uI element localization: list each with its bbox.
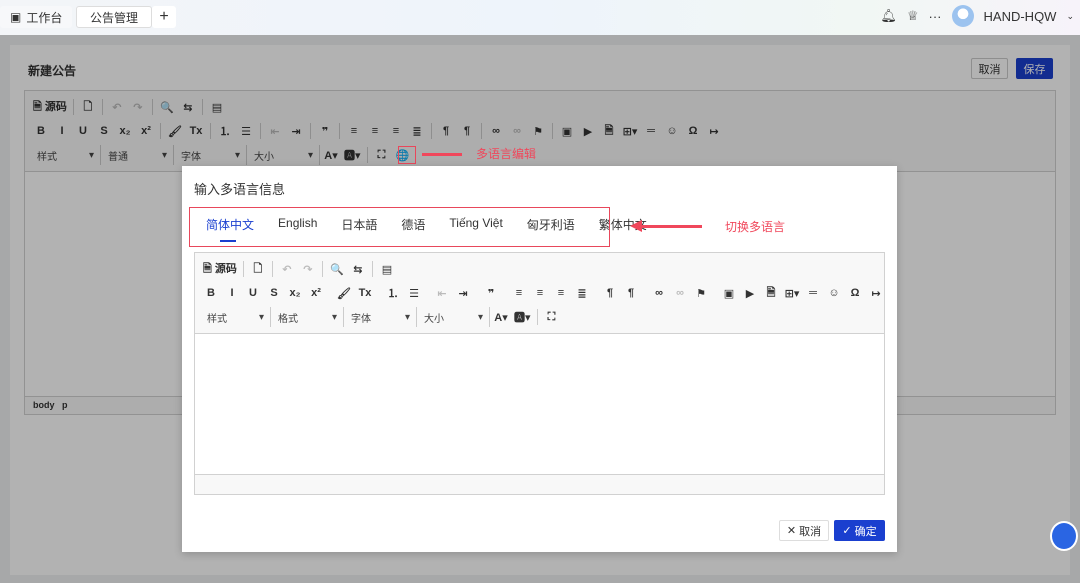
assistant-button[interactable] bbox=[1050, 521, 1078, 551]
subscript-icon[interactable]: x₂ bbox=[285, 283, 305, 303]
more-icon[interactable]: ··· bbox=[929, 9, 942, 24]
monitor-icon: ▣ bbox=[10, 10, 22, 24]
doc-icon[interactable]: 🗎 bbox=[761, 283, 781, 303]
annotation-tabs: 切换多语言 bbox=[725, 220, 786, 234]
chevron-down-icon: ▾ bbox=[258, 311, 264, 323]
add-tab-button[interactable]: + bbox=[152, 6, 176, 28]
rtl-icon[interactable]: ¶ bbox=[621, 283, 641, 303]
toolbar-separator bbox=[271, 261, 273, 277]
chef-hat-icon[interactable]: ♕ bbox=[907, 8, 919, 24]
anchor-icon[interactable]: ⚑ bbox=[691, 283, 711, 303]
video-icon[interactable]: ▶ bbox=[740, 283, 760, 303]
toolbar-separator bbox=[371, 261, 373, 277]
replace-icon[interactable]: ⇆ bbox=[348, 259, 368, 279]
bg-color-icon[interactable]: 🅰▾ bbox=[512, 307, 533, 327]
image-icon[interactable]: ▣ bbox=[719, 283, 739, 303]
tabs-highlight bbox=[189, 207, 610, 247]
arrow-head-icon bbox=[630, 220, 642, 232]
toolbar-separator bbox=[321, 261, 323, 277]
check-icon: ✓ bbox=[842, 525, 855, 537]
superscript-icon[interactable]: x² bbox=[306, 283, 326, 303]
format-brush-icon[interactable]: 🖌 bbox=[334, 283, 354, 303]
annotation-globe: 多语言编辑 bbox=[476, 147, 537, 161]
align-center-icon[interactable]: ≡ bbox=[530, 283, 550, 303]
chevron-down-icon: ▾ bbox=[404, 311, 410, 323]
unlink-icon[interactable]: ∞ bbox=[670, 283, 690, 303]
chevron-down-icon[interactable]: ⌄ bbox=[1066, 11, 1074, 22]
bullet-list-icon[interactable]: ☰ bbox=[404, 283, 424, 303]
chevron-down-icon: ▾ bbox=[477, 311, 483, 323]
link-icon[interactable]: ∞ bbox=[649, 283, 669, 303]
tab-announcement[interactable]: 公告管理 bbox=[76, 6, 153, 28]
select-label: 大小 bbox=[424, 313, 444, 325]
dialog-editor[interactable]: 🗎 源码 🗋 ↶ ↷ 🔍 ⇆ ▤ B I U Sx₂ x² 🖌 Tx ⒈ ☰ ⇤ ⇥ ❞ ≡ ≡ ≡ ≣ ¶ ¶ ∞ ∞ ⚑ ▣ ▶ 🗎 ⊞… bbox=[194, 252, 885, 495]
tab-workbench[interactable]: ▣ 工作台 bbox=[0, 6, 73, 28]
toolbar-separator bbox=[242, 261, 244, 277]
dialog-ok-button[interactable]: ✓ 确定 bbox=[834, 520, 885, 541]
bell-icon[interactable]: 🔔︎ bbox=[880, 8, 897, 24]
align-right-icon[interactable]: ≡ bbox=[551, 283, 571, 303]
underline-icon[interactable]: U bbox=[243, 283, 263, 303]
undo-icon[interactable]: ↶ bbox=[277, 259, 297, 279]
font-color-icon[interactable]: A▾ bbox=[491, 307, 511, 327]
format-select[interactable]: 格式 ▾ bbox=[272, 307, 344, 327]
dialog-title: 输入多语言信息 bbox=[194, 182, 286, 197]
align-left-icon[interactable]: ≡ bbox=[509, 283, 529, 303]
indent-icon[interactable]: ⇥ bbox=[453, 283, 473, 303]
dialog-toolbar: 🗎 源码 🗋 ↶ ↷ 🔍 ⇆ ▤ B I U Sx₂ x² 🖌 Tx ⒈ ☰ ⇤ ⇥ ❞ ≡ ≡ ≡ ≣ ¶ ¶ ∞ ∞ ⚑ ▣ ▶ 🗎 ⊞… bbox=[195, 253, 884, 334]
ltr-icon[interactable]: ¶ bbox=[600, 283, 620, 303]
select-label: 格式 bbox=[278, 313, 298, 325]
arrow-icon bbox=[640, 225, 702, 228]
blockquote-icon[interactable]: ❞ bbox=[481, 283, 501, 303]
avatar[interactable] bbox=[951, 5, 974, 27]
template-icon[interactable]: ▤ bbox=[377, 259, 397, 279]
user-name[interactable]: HAND-HQW bbox=[984, 9, 1057, 24]
preview-icon[interactable]: 🗋 bbox=[248, 259, 268, 279]
dialog-status-bar bbox=[195, 474, 884, 494]
emoji-icon[interactable]: ☺ bbox=[824, 283, 844, 303]
italic-icon[interactable]: I bbox=[222, 283, 242, 303]
ordered-list-icon[interactable]: ⒈ bbox=[383, 283, 403, 303]
arrow-icon bbox=[422, 153, 462, 156]
format-select[interactable]: 字体 ▾ bbox=[345, 307, 417, 327]
hr-icon[interactable]: ═ bbox=[803, 283, 823, 303]
maximize-icon[interactable]: ⛶ bbox=[542, 307, 562, 327]
close-icon: ✕ bbox=[786, 525, 800, 537]
toolbar-separator bbox=[536, 309, 538, 325]
strike-icon[interactable]: S bbox=[264, 283, 284, 303]
justify-icon[interactable]: ≣ bbox=[572, 283, 592, 303]
top-bar: ▣ 工作台 公告管理 + 🔔︎ ♕ ··· HAND-HQW ⌄ bbox=[0, 0, 1080, 35]
select-label: 样式 bbox=[207, 313, 227, 325]
omega-icon[interactable]: Ω bbox=[845, 283, 865, 303]
bold-icon[interactable]: B bbox=[201, 283, 221, 303]
select-label: 字体 bbox=[351, 313, 371, 325]
dialog-cancel-button[interactable]: ✕ 取消 bbox=[779, 520, 829, 541]
clear-format-icon[interactable]: Tx bbox=[355, 283, 375, 303]
source-icon[interactable]: 🗎 源码 bbox=[201, 259, 239, 279]
chevron-down-icon: ▾ bbox=[331, 311, 337, 323]
globe-highlight bbox=[398, 146, 416, 164]
format-select[interactable]: 大小 ▾ bbox=[418, 307, 490, 327]
table-icon[interactable]: ⊞▾ bbox=[782, 283, 802, 303]
redo-icon[interactable]: ↷ bbox=[298, 259, 318, 279]
find-icon[interactable]: 🔍 bbox=[327, 259, 347, 279]
page-break-icon[interactable]: ↦ bbox=[866, 283, 886, 303]
format-select[interactable]: 样式 ▾ bbox=[201, 307, 271, 327]
outdent-icon[interactable]: ⇤ bbox=[432, 283, 452, 303]
